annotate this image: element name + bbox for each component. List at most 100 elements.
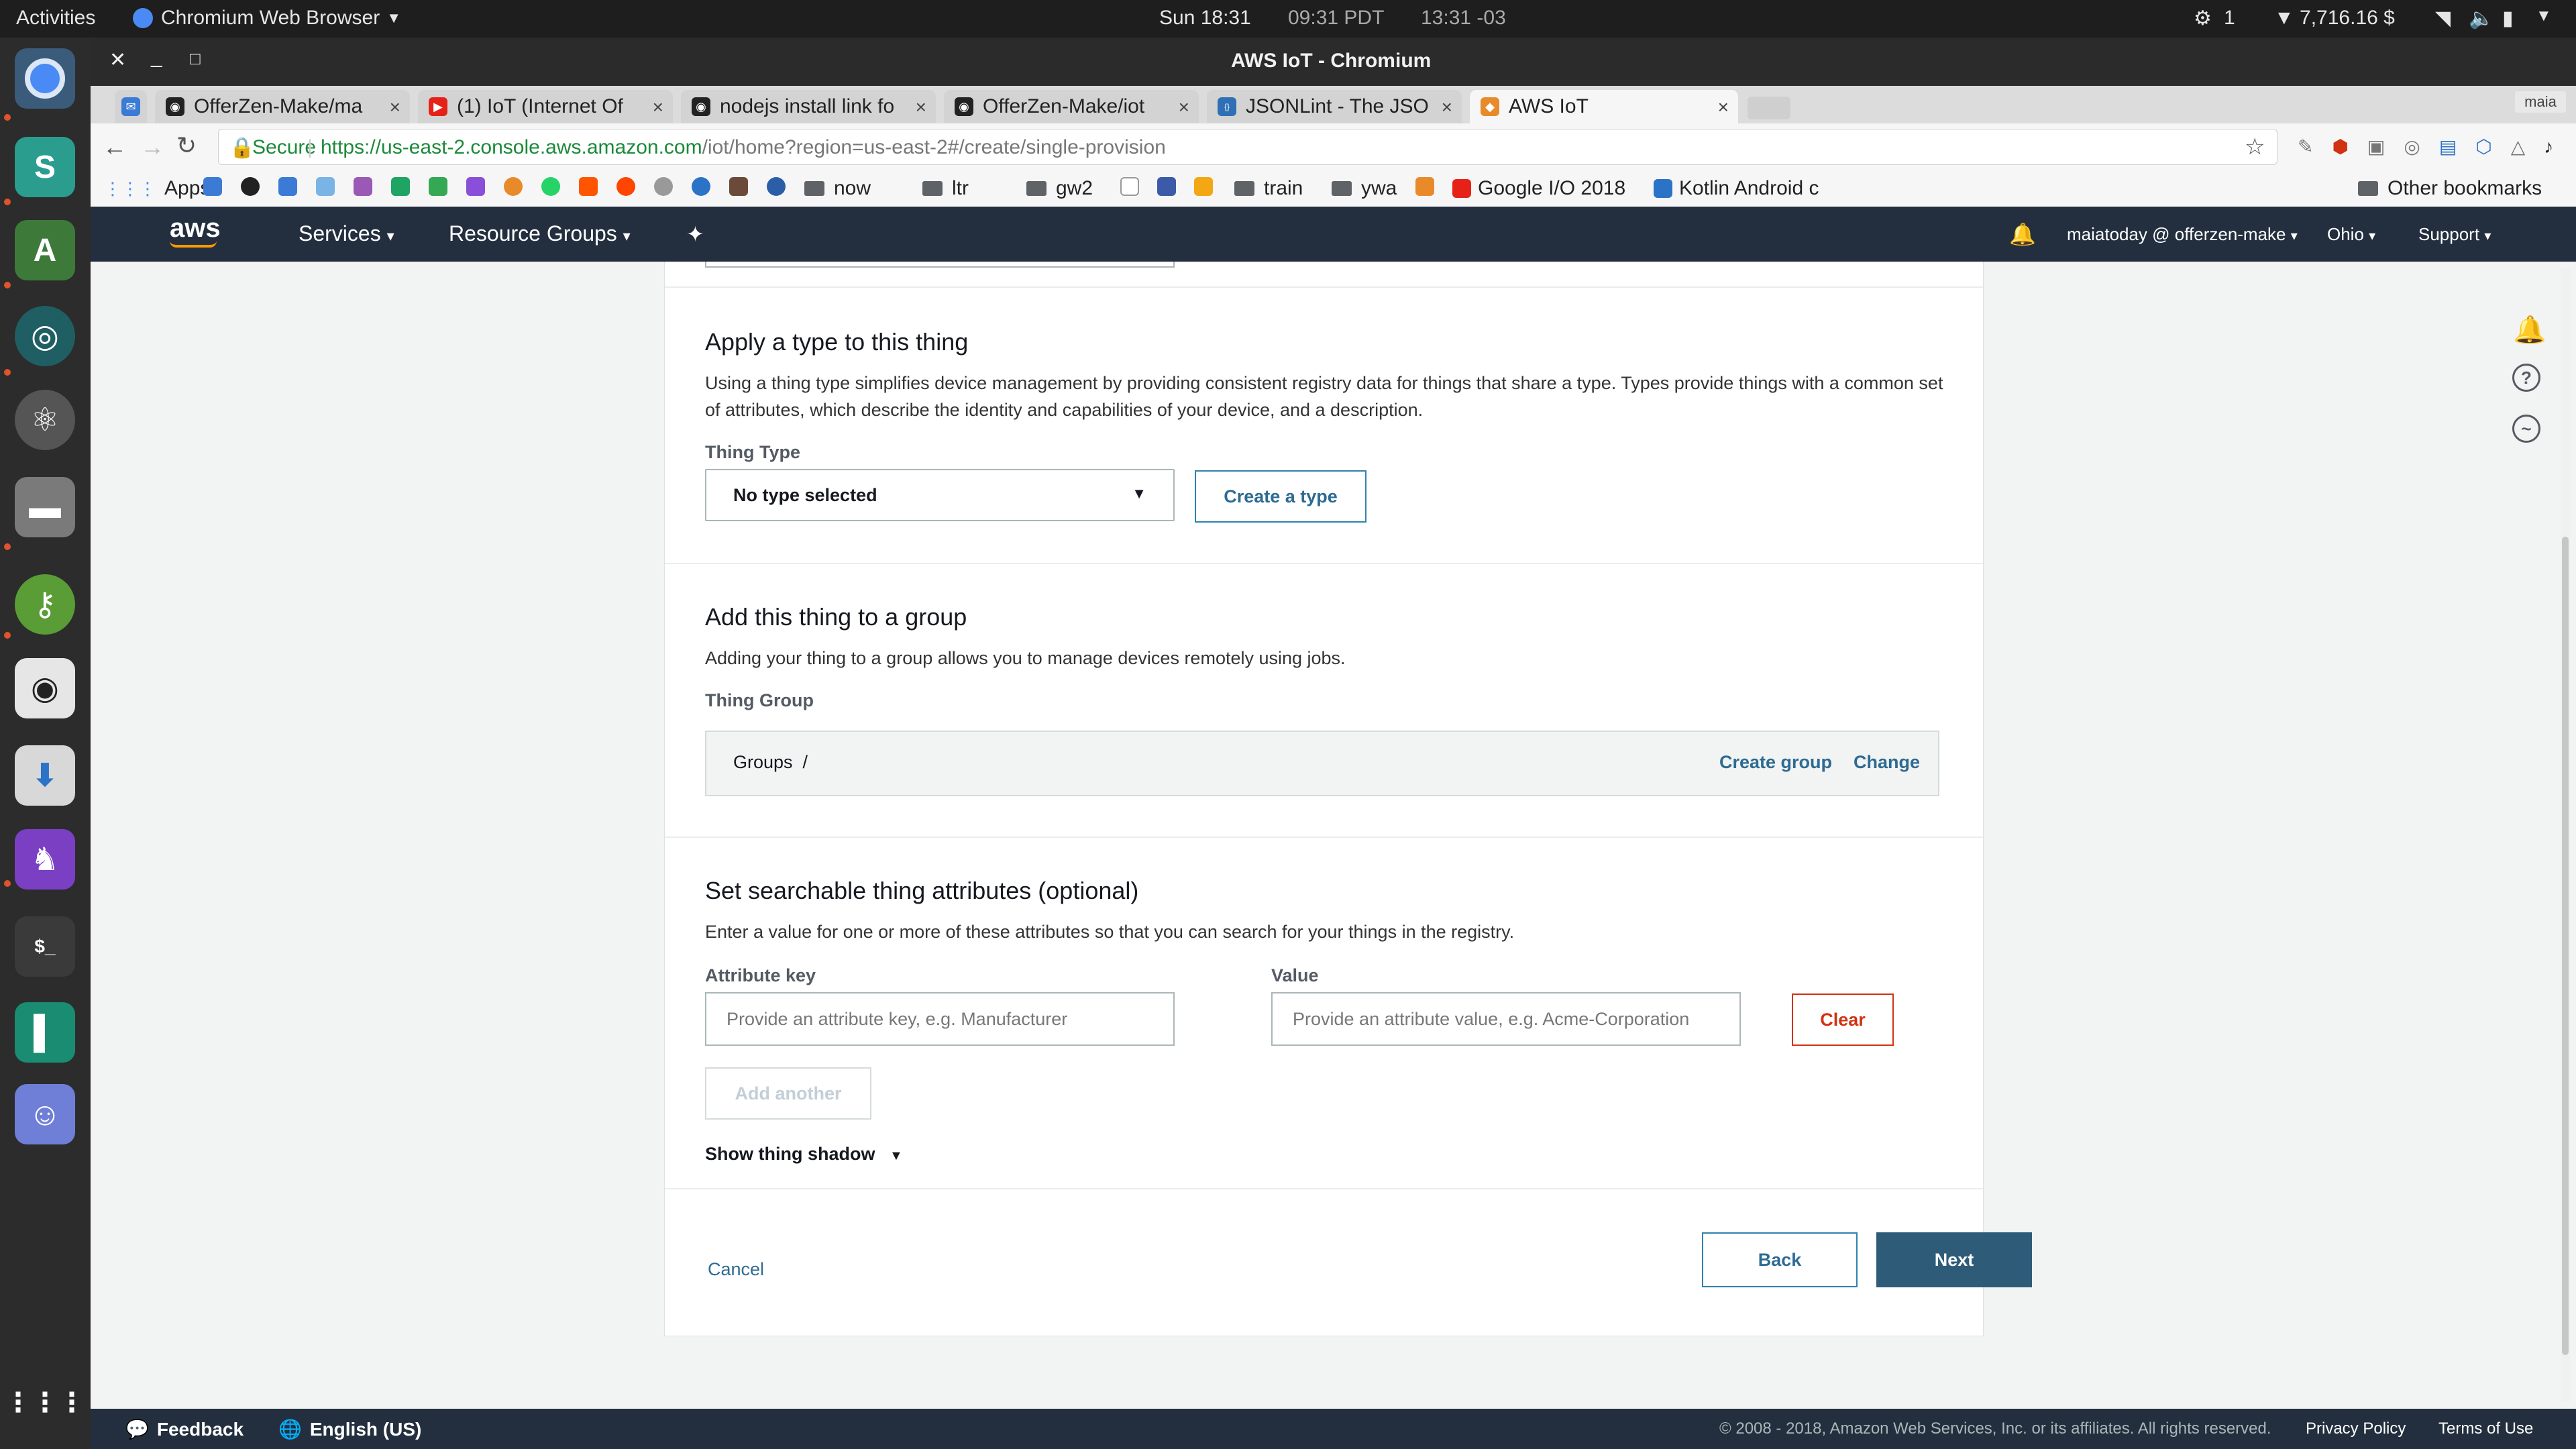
android-studio-dock-icon[interactable]: A [15, 220, 75, 280]
software-dock-icon[interactable]: ⬇ [15, 745, 75, 806]
bookmark-x-icon[interactable] [316, 177, 335, 196]
rhythmbox-dock-icon[interactable]: ◉ [15, 658, 75, 718]
terminal-dock-icon[interactable]: $_ [15, 916, 75, 977]
bookmark-drive-icon[interactable] [391, 177, 410, 196]
tab-close-icon[interactable]: × [1179, 97, 1189, 118]
back-button[interactable]: Back [1702, 1232, 1858, 1287]
tab-close-icon[interactable]: × [1442, 97, 1452, 118]
tab-offerzen-make-2[interactable]: ◉ OfferZen-Make/iot × [944, 90, 1199, 123]
tab-iot-youtube[interactable]: ▶ (1) IoT (Internet Of × [418, 90, 673, 123]
tab-nodejs[interactable]: ◉ nodejs install link fo × [681, 90, 936, 123]
create-group-link[interactable]: Create group [1719, 752, 1832, 773]
thing-type-select[interactable]: No type selected ▼ [705, 469, 1175, 521]
bookmark-other[interactable]: Other bookmarks [2358, 177, 2542, 200]
adblock-icon[interactable]: ⬢ [2332, 136, 2348, 158]
chromium-dock-icon[interactable] [15, 48, 75, 109]
profile-button[interactable]: maia [2515, 91, 2566, 113]
help-question-icon[interactable]: ? [2512, 364, 2540, 392]
bookmark-apps[interactable]: ⋮⋮⋮ Apps [104, 177, 210, 200]
bookmark-folder-ywa[interactable]: ywa [1332, 177, 1397, 200]
bookmark-maps-icon[interactable] [429, 177, 447, 196]
thing-name-input[interactable] [705, 262, 1175, 268]
bookmark-folder-train[interactable]: train [1234, 177, 1303, 200]
reload-icon[interactable]: ↻ [176, 131, 197, 160]
bookmark-wordpress-icon[interactable] [692, 177, 710, 196]
notifications-bell-icon[interactable]: 🔔 [2009, 221, 2036, 247]
tab-close-icon[interactable]: × [653, 97, 663, 118]
aws-logo[interactable]: aws [170, 213, 221, 248]
wallet-indicator[interactable]: ▼ 7,716.16 $ [2274, 7, 2395, 30]
app-menu[interactable]: Chromium Web Browser ▼ [133, 7, 401, 30]
next-button[interactable]: Next [1876, 1232, 2032, 1287]
discord-dock-icon[interactable]: ☺ [15, 1084, 75, 1144]
slack-dock-icon[interactable]: S [15, 137, 75, 197]
bookmark-whatsapp-icon[interactable] [541, 177, 560, 196]
region-menu[interactable]: Ohio ▾ [2327, 224, 2375, 245]
gitkraken-dock-icon[interactable]: ◎ [15, 306, 75, 366]
tab-offerzen-make-1[interactable]: ◉ OfferZen-Make/ma × [155, 90, 410, 123]
new-tab-button[interactable] [1748, 97, 1790, 119]
files-dock-icon[interactable]: ▬ [15, 477, 75, 537]
clear-button[interactable]: Clear [1792, 994, 1894, 1046]
menu-kebab-icon[interactable]: ⋮ [2572, 136, 2576, 158]
tab-close-icon[interactable]: × [916, 97, 926, 118]
tab-pinned-inbox[interactable]: ✉ [115, 90, 147, 123]
wifi-icon[interactable]: ◥ [2435, 7, 2451, 30]
bookmark-google-io[interactable]: Google I/O 2018 [1452, 177, 1625, 200]
extension-icon[interactable]: ♪ [2544, 136, 2553, 158]
add-another-button[interactable]: Add another [705, 1067, 871, 1120]
battery-icon[interactable]: ▮ [2502, 7, 2514, 30]
extension-icon[interactable]: ✎ [2298, 136, 2313, 158]
back-arrow-icon[interactable]: ← [103, 133, 127, 161]
bookmark-kotlin-icon[interactable] [1415, 177, 1434, 196]
address-bar[interactable]: 🔒 Secure | https://us-east-2.console.aws… [218, 129, 2277, 165]
window-minimize-icon[interactable]: _ [151, 46, 162, 68]
power-menu-icon[interactable]: ▼ [2536, 7, 2552, 25]
bookmark-github-icon[interactable] [241, 177, 260, 196]
bookmark-star-icon[interactable]: ☆ [2245, 133, 2265, 160]
bookmark-soundcloud-icon[interactable] [579, 177, 598, 196]
scrollbar-thumb[interactable] [2562, 537, 2569, 1355]
attribute-value-input[interactable]: Provide an attribute value, e.g. Acme-Co… [1271, 992, 1741, 1046]
bookmark-icon[interactable] [654, 177, 673, 196]
bookmark-slack-icon[interactable] [354, 177, 372, 196]
bookmark-icon[interactable] [729, 177, 748, 196]
activities-button[interactable]: Activities [16, 7, 95, 30]
bookmark-folder-now[interactable]: now [804, 177, 871, 200]
services-menu[interactable]: Services ▾ [299, 221, 394, 246]
bookmark-reddit-icon[interactable] [616, 177, 635, 196]
forward-arrow-icon[interactable]: → [140, 133, 164, 161]
volume-icon[interactable]: 🔈 [2469, 7, 2493, 30]
extension-icon[interactable]: ▤ [2439, 136, 2457, 158]
bookmark-icon[interactable] [767, 177, 786, 196]
tab-aws-iot[interactable]: ◆ AWS IoT × [1470, 90, 1738, 123]
window-close-icon[interactable]: ✕ [109, 48, 126, 72]
support-menu[interactable]: Support ▾ [2418, 224, 2491, 245]
bookmark-folder-ltr[interactable]: ltr [922, 177, 969, 200]
privacy-policy-link[interactable]: Privacy Policy [2306, 1419, 2406, 1438]
extension-icon[interactable]: ▣ [2367, 136, 2385, 158]
tab-close-icon[interactable]: × [390, 97, 400, 118]
bookmark-shield-icon[interactable] [278, 177, 297, 196]
change-group-link[interactable]: Change [1854, 752, 1920, 773]
account-menu[interactable]: maiatoday @ offerzen-make ▾ [2067, 224, 2298, 245]
atom-dock-icon[interactable]: ⚛ [15, 390, 75, 450]
settings-gear-icon[interactable]: ⚙ [2194, 7, 2212, 30]
book-dock-icon[interactable]: ▌ [15, 1002, 75, 1063]
show-thing-shadow-toggle[interactable]: Show thing shadow ▼ [705, 1144, 903, 1165]
bookmark-icon[interactable] [466, 177, 485, 196]
show-apps-icon[interactable]: ⋮⋮⋮ [5, 1373, 85, 1433]
cancel-link[interactable]: Cancel [708, 1259, 764, 1280]
pin-icon[interactable]: ✦ [686, 221, 704, 247]
language-selector[interactable]: 🌐 English (US) [278, 1418, 421, 1440]
resource-groups-menu[interactable]: Resource Groups ▾ [449, 221, 631, 246]
feedback-button[interactable]: 💬 Feedback [125, 1418, 244, 1440]
bookmark-icon[interactable] [504, 177, 523, 196]
window-maximize-icon[interactable]: □ [190, 48, 201, 69]
bookmark-kotlin-android[interactable]: Kotlin Android c [1654, 177, 1819, 200]
tab-close-icon[interactable]: × [1718, 97, 1729, 118]
notifications-bell-icon[interactable]: 🔔 [2513, 314, 2546, 345]
bookmark-folder-gw2[interactable]: gw2 [1026, 177, 1093, 200]
create-type-button[interactable]: Create a type [1195, 470, 1366, 523]
bookmark-page-icon[interactable] [1120, 177, 1139, 196]
